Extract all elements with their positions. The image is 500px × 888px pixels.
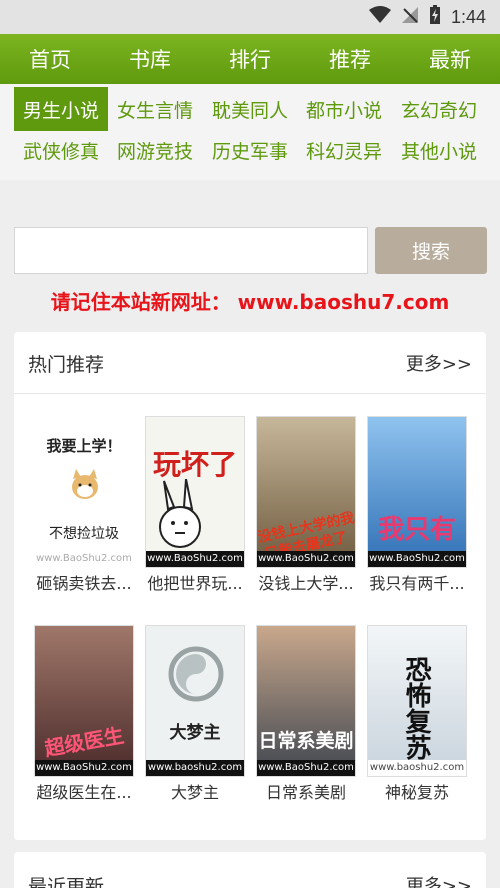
yinyang-icon xyxy=(168,646,224,706)
cover-text: 大梦主 xyxy=(169,723,221,743)
category-other[interactable]: 其他小说 xyxy=(392,128,486,172)
category-danmei[interactable]: 耽美同人 xyxy=(203,87,297,131)
recent-panel: 最近更新 更多>> xyxy=(14,852,486,888)
book-cover[interactable]: 我要上学！ 不想捡垃圾 www.BaoShu2.com xyxy=(34,416,134,568)
book-cover[interactable]: 我只有 www.BaoShu2.com xyxy=(367,416,467,568)
book-title[interactable]: 大梦主 xyxy=(145,779,245,803)
nav-ranking[interactable]: 排行 xyxy=(229,44,271,74)
hot-panel: 热门推荐 更多>> 我要上学！ 不想捡垃圾 www.BaoShu2.com 砸锅… xyxy=(14,332,486,840)
nav-home[interactable]: 首页 xyxy=(29,44,71,74)
hot-panel-title: 热门推荐 xyxy=(28,354,105,376)
category-grid: 男生小说 女生言情 耽美同人 都市小说 玄幻奇幻 武侠修真 网游竞技 历史军事 … xyxy=(0,84,500,180)
category-history[interactable]: 历史军事 xyxy=(203,128,297,172)
book-cover[interactable]: 大梦主 www.baoshu2.com xyxy=(145,625,245,777)
book-title[interactable]: 日常系美剧 xyxy=(256,779,356,803)
book-cover[interactable]: 日常系美剧 www.BaoShu2.com xyxy=(256,625,356,777)
book-cover[interactable]: 超级医生 www.BaoShu2.com xyxy=(34,625,134,777)
search-button[interactable]: 搜索 xyxy=(375,227,487,274)
cover-watermark: www.BaoShu2.com xyxy=(35,551,133,567)
category-male[interactable]: 男生小说 xyxy=(14,87,108,131)
rabbit-icon xyxy=(156,478,206,553)
book-title[interactable]: 超级医生在... xyxy=(34,779,134,803)
category-fantasy[interactable]: 玄幻奇幻 xyxy=(392,87,486,131)
nav-recommend[interactable]: 推荐 xyxy=(329,44,371,74)
nav-library[interactable]: 书库 xyxy=(129,44,171,74)
category-scifi[interactable]: 科幻灵异 xyxy=(297,128,391,172)
cover-text: 日常系美剧 xyxy=(258,730,354,752)
cover-watermark: www.baoshu2.com xyxy=(146,760,244,776)
category-gaming[interactable]: 网游竞技 xyxy=(108,128,202,172)
site-notice: 请记住本站新网址： www.baoshu7.com xyxy=(50,290,450,314)
top-nav: 首页 书库 排行 推荐 最新 xyxy=(0,34,500,84)
cover-watermark: www.baoshu2.com xyxy=(368,760,466,776)
cover-subtext: 不想捡垃圾 xyxy=(49,526,119,542)
book-title[interactable]: 我只有两千... xyxy=(367,570,467,594)
clock: 1:44 xyxy=(450,6,486,27)
cover-text: 我要上学！ xyxy=(46,437,122,455)
wifi-icon xyxy=(368,6,391,28)
nav-latest[interactable]: 最新 xyxy=(429,44,471,74)
hot-panel-header: 热门推荐 更多>> xyxy=(14,332,486,394)
book-cover[interactable]: 恐怖复苏 www.baoshu2.com xyxy=(367,625,467,777)
category-wuxia[interactable]: 武侠修真 xyxy=(14,128,108,172)
search-input[interactable] xyxy=(14,227,368,274)
book-cover[interactable]: 玩坏了 www.BaoShu2.com xyxy=(145,416,245,568)
cover-watermark: www.BaoShu2.com xyxy=(257,760,355,776)
book-title[interactable]: 砸锅卖铁去... xyxy=(34,570,134,594)
status-bar: 1:44 xyxy=(0,0,500,34)
cover-watermark: www.BaoShu2.com xyxy=(146,551,244,567)
book-title[interactable]: 没钱上大学... xyxy=(256,570,356,594)
cover-text: 恐怖复苏 xyxy=(401,656,431,760)
search-area: 搜索 请记住本站新网址： www.baoshu7.com xyxy=(0,180,500,330)
category-urban[interactable]: 都市小说 xyxy=(297,87,391,131)
battery-charging-icon xyxy=(429,5,441,29)
cover-watermark: www.BaoShu2.com xyxy=(35,760,133,776)
cover-text: 超级医生 xyxy=(42,723,126,761)
recent-more-link[interactable]: 更多>> xyxy=(406,872,472,888)
recent-panel-title: 最近更新 xyxy=(28,876,105,888)
cover-text: 玩坏了 xyxy=(152,448,237,481)
hot-more-link[interactable]: 更多>> xyxy=(406,350,472,376)
book-cover[interactable]: 没钱上大学的我 只能去屠龙了 www.BaoShu2.com xyxy=(256,416,356,568)
category-female[interactable]: 女生言情 xyxy=(108,87,202,131)
shiba-icon xyxy=(68,467,102,507)
cover-text: 我只有 xyxy=(377,515,456,545)
cover-watermark: www.BaoShu2.com xyxy=(368,551,466,567)
book-title[interactable]: 他把世界玩... xyxy=(145,570,245,594)
no-signal-icon xyxy=(401,6,419,28)
cover-watermark: www.BaoShu2.com xyxy=(257,551,355,567)
book-title[interactable]: 神秘复苏 xyxy=(367,779,467,803)
